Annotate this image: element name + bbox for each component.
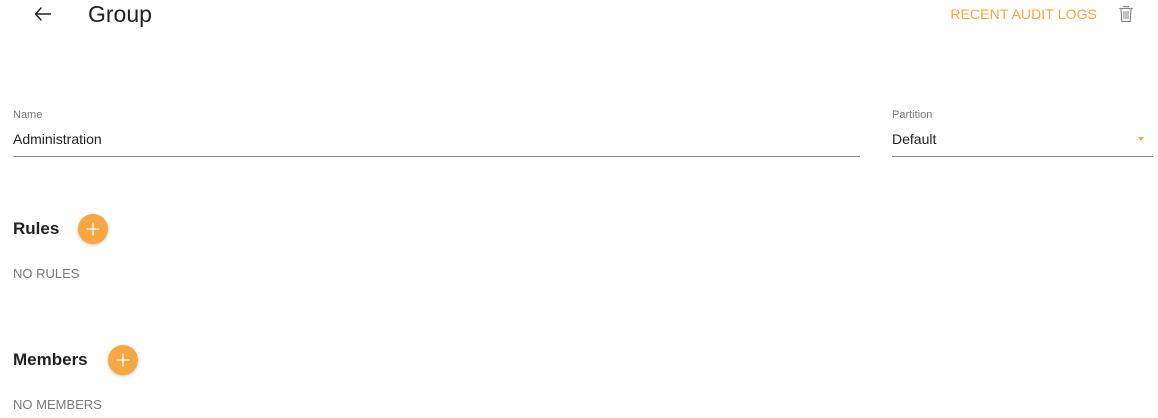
back-button[interactable] <box>30 2 56 26</box>
add-member-button[interactable] <box>107 345 138 375</box>
group-page: Group RECENT AUDIT LOGS Name Administrat… <box>0 0 1158 418</box>
trash-icon <box>1119 5 1133 23</box>
name-label: Name <box>13 109 43 121</box>
partition-select[interactable]: Partition Default <box>892 109 1153 157</box>
add-rule-button[interactable] <box>78 214 109 244</box>
members-title: Members <box>13 350 88 369</box>
page-title: Group <box>88 1 152 27</box>
plus-icon <box>86 222 100 236</box>
name-field[interactable]: Name Administration <box>13 109 860 157</box>
rules-section-header: Rules <box>13 214 109 244</box>
rules-empty-text: NO RULES <box>13 266 80 281</box>
rules-title: Rules <box>13 219 60 238</box>
delete-button[interactable] <box>1116 3 1136 25</box>
arrow-left-icon <box>34 7 52 21</box>
plus-icon <box>115 353 130 367</box>
members-empty-text: NO MEMBERS <box>13 397 102 412</box>
recent-audit-logs-link[interactable]: RECENT AUDIT LOGS <box>950 5 1097 23</box>
name-input[interactable]: Administration <box>13 130 860 157</box>
partition-label: Partition <box>892 109 933 121</box>
partition-value: Default <box>892 131 937 147</box>
partition-value-box[interactable]: Default <box>892 130 1153 157</box>
caret-down-icon[interactable] <box>1138 137 1144 141</box>
members-section-header: Members <box>13 345 138 375</box>
